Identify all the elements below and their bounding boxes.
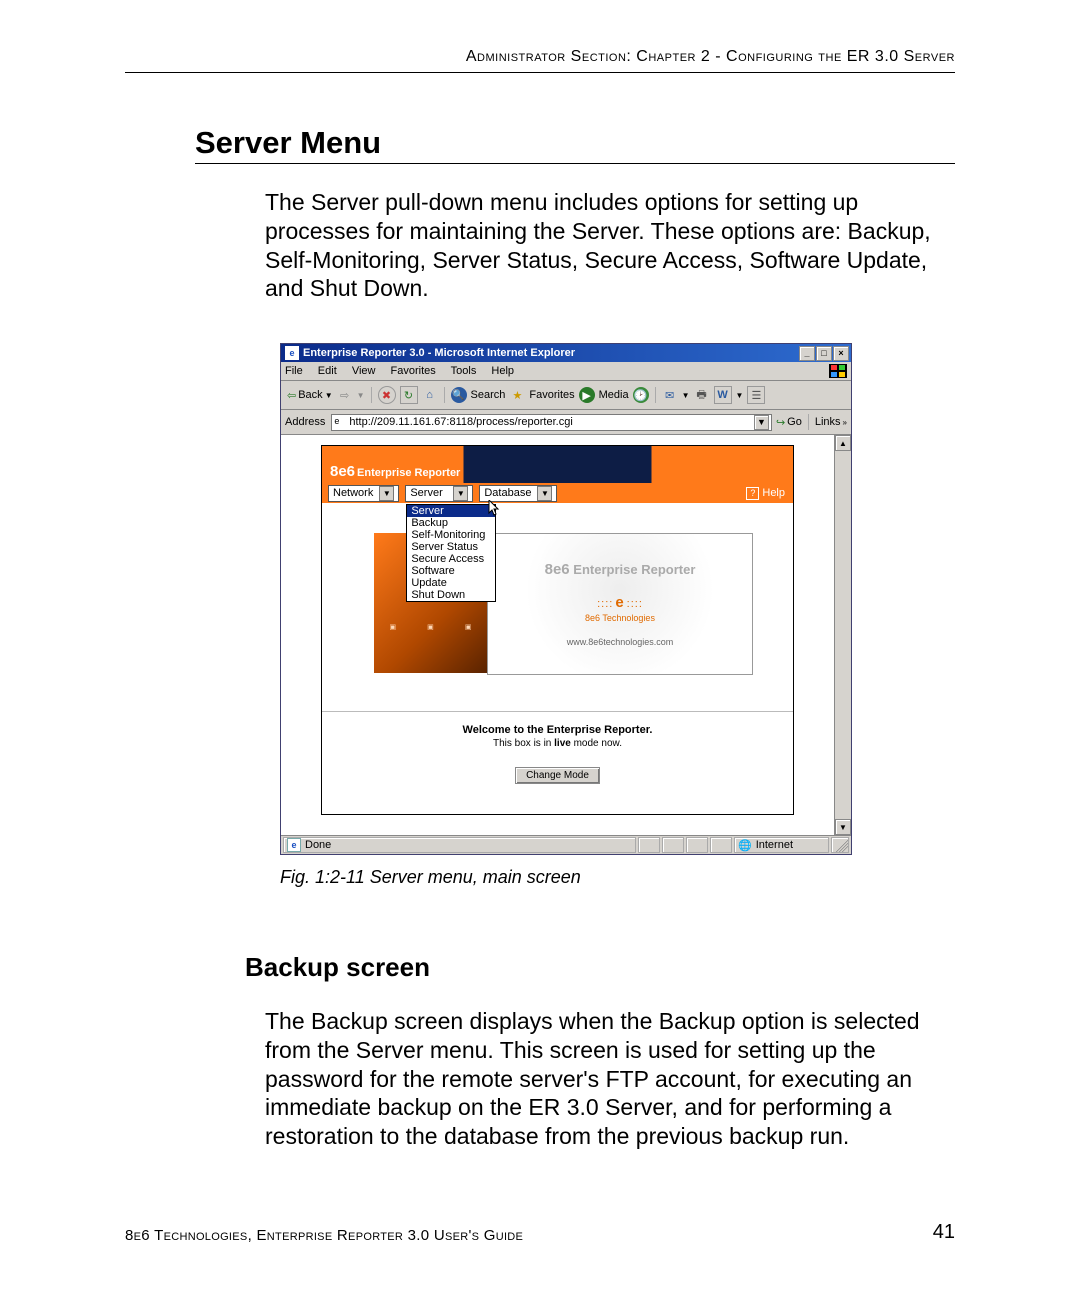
status-text: Done <box>305 839 331 851</box>
ie-window: e Enterprise Reporter 3.0 - Microsoft In… <box>280 343 852 855</box>
links-button[interactable]: Links » <box>815 416 847 428</box>
resize-grip-icon[interactable] <box>831 837 849 853</box>
cursor-icon <box>488 500 502 518</box>
maximize-icon[interactable]: □ <box>816 346 832 361</box>
dropdown-item-server[interactable]: Server <box>407 505 495 517</box>
ie-app-icon: e <box>285 346 299 360</box>
scrollbar[interactable]: ▲ ▼ <box>834 435 851 835</box>
status-page-icon: e <box>287 838 301 852</box>
dropdown-item-shut-down[interactable]: Shut Down <box>407 589 495 601</box>
server-select[interactable]: Server▼ Server Backup Self-Monitoring Se… <box>405 485 473 502</box>
status-cell <box>686 837 708 853</box>
app-menurow: Network▼ Server▼ Server Backup Self-Moni… <box>322 483 793 503</box>
dropdown-item-backup[interactable]: Backup <box>407 517 495 529</box>
mail-icon[interactable]: ✉ <box>662 387 678 403</box>
back-button[interactable]: ⇦ Back ▼ <box>287 389 333 402</box>
favorites-label[interactable]: Favorites <box>529 389 574 401</box>
footer-left: 8e6 Technologies, Enterprise Reporter 3.… <box>125 1227 523 1244</box>
page-icon: e <box>334 416 346 428</box>
dropdown-item-server-status[interactable]: Server Status <box>407 541 495 553</box>
welcome-text: Welcome to the Enterprise Reporter. <box>322 724 793 736</box>
go-button[interactable]: ↪ Go <box>776 416 802 429</box>
ie-menubar: File Edit View Favorites Tools Help <box>281 362 851 381</box>
header-rule <box>125 72 955 73</box>
menu-favorites[interactable]: Favorites <box>391 365 436 377</box>
address-url: http://209.11.161.67:8118/process/report… <box>349 416 751 428</box>
tech-logo-icon: ::::e:::: <box>597 594 643 611</box>
figure-caption: Fig. 1:2-11 Server menu, main screen <box>280 867 955 888</box>
help-link[interactable]: ?Help <box>746 487 785 500</box>
discuss-icon[interactable]: ☰ <box>747 386 765 404</box>
refresh-icon[interactable]: ↻ <box>400 386 418 404</box>
app-logo: 8e6Enterprise Reporter <box>330 463 460 480</box>
subsection-body: The Backup screen displays when the Back… <box>265 1007 955 1151</box>
dropdown-item-software-update[interactable]: Software Update <box>407 565 495 589</box>
print-icon[interactable]: 🖶 <box>694 387 710 403</box>
section-title: Server Menu <box>195 125 955 161</box>
running-head: Administrator Section: Chapter 2 - Confi… <box>125 48 955 66</box>
section-rule <box>195 163 955 164</box>
ie-throbber-icon <box>829 364 847 378</box>
footer-page-number: 41 <box>933 1221 955 1244</box>
favorites-icon[interactable]: ★ <box>509 387 525 403</box>
section-body: The Server pull-down menu includes optio… <box>265 188 955 303</box>
app-body: ▣▣▣ 8e6 Enterprise Reporter ::::e:::: <box>322 503 793 727</box>
address-input[interactable]: e http://209.11.161.67:8118/process/repo… <box>331 414 772 431</box>
menu-help[interactable]: Help <box>491 365 514 377</box>
menu-tools[interactable]: Tools <box>451 365 477 377</box>
tech-name: 8e6 Technologies <box>585 613 655 623</box>
search-label[interactable]: Search <box>471 389 506 401</box>
page-footer: 8e6 Technologies, Enterprise Reporter 3.… <box>125 1221 955 1244</box>
app-watermark-panel: 8e6 Enterprise Reporter ::::e:::: 8e6 Te… <box>487 533 753 675</box>
media-label[interactable]: Media <box>599 389 629 401</box>
close-icon[interactable]: × <box>833 346 849 361</box>
status-cell <box>638 837 660 853</box>
edit-icon[interactable]: W <box>714 386 732 404</box>
server-dropdown: Server Backup Self-Monitoring Server Sta… <box>406 504 496 602</box>
menu-file[interactable]: File <box>285 365 303 377</box>
media-icon[interactable]: ▶ <box>579 387 595 403</box>
subsection-title: Backup screen <box>245 952 955 983</box>
scroll-up-icon[interactable]: ▲ <box>835 435 851 451</box>
status-cell <box>662 837 684 853</box>
stop-icon[interactable]: ✖ <box>378 386 396 404</box>
address-dropdown-icon[interactable]: ▼ <box>754 415 769 430</box>
dropdown-item-secure-access[interactable]: Secure Access <box>407 553 495 565</box>
ie-titlebar: e Enterprise Reporter 3.0 - Microsoft In… <box>281 344 851 362</box>
app-frame: 8e6Enterprise Reporter Network▼ Server▼ … <box>321 445 794 815</box>
dropdown-item-self-monitoring[interactable]: Self-Monitoring <box>407 529 495 541</box>
ie-toolbar: ⇦ Back ▼ ⇨ ▼ ✖ ↻ ⌂ 🔍 Search ★ Favorites … <box>281 381 851 410</box>
help-icon: ? <box>746 487 759 500</box>
minimize-icon[interactable]: _ <box>799 346 815 361</box>
forward-button[interactable]: ⇨ <box>337 387 353 403</box>
search-icon[interactable]: 🔍 <box>451 387 467 403</box>
status-cell <box>710 837 732 853</box>
ie-status-bar: e Done 🌐 Internet <box>281 835 851 854</box>
app-banner: 8e6Enterprise Reporter <box>322 446 793 483</box>
change-mode-button[interactable]: Change Mode <box>515 767 600 784</box>
figure: e Enterprise Reporter 3.0 - Microsoft In… <box>280 343 955 855</box>
mode-text: This box is in live mode now. <box>322 738 793 749</box>
window-title: Enterprise Reporter 3.0 - Microsoft Inte… <box>303 347 575 359</box>
tech-url: www.8e6technologies.com <box>567 637 674 647</box>
scroll-down-icon[interactable]: ▼ <box>835 819 851 835</box>
ie-address-bar: Address e http://209.11.161.67:8118/proc… <box>281 410 851 435</box>
globe-icon: 🌐 <box>738 839 752 852</box>
menu-view[interactable]: View <box>352 365 376 377</box>
ie-client-area: 8e6Enterprise Reporter Network▼ Server▼ … <box>281 435 851 835</box>
network-select[interactable]: Network▼ <box>328 485 399 502</box>
address-label: Address <box>285 416 325 428</box>
app-footer: Welcome to the Enterprise Reporter. This… <box>322 711 793 814</box>
home-icon[interactable]: ⌂ <box>422 387 438 403</box>
history-icon[interactable]: 🕑 <box>633 387 649 403</box>
status-zone: 🌐 Internet <box>734 837 829 853</box>
menu-edit[interactable]: Edit <box>318 365 337 377</box>
